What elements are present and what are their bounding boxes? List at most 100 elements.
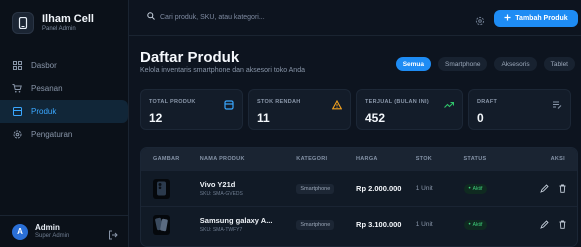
search-icon bbox=[147, 12, 155, 22]
filter-smartphone[interactable]: Smartphone bbox=[438, 57, 488, 71]
brand: Ilham Cell Panel Admin bbox=[0, 0, 128, 36]
stat-label: DRAFT bbox=[477, 99, 498, 105]
product-sku: SKU: SMA-TWFY7 bbox=[199, 227, 243, 233]
phone-logo-icon bbox=[12, 11, 34, 34]
stat-label: STOK RENDAH bbox=[257, 99, 301, 105]
sidebar-item-label: Pesanan bbox=[31, 84, 63, 93]
stock-cell: 1 Unit bbox=[416, 221, 464, 228]
actions-cell bbox=[525, 184, 577, 193]
col-header-harga: HARGA bbox=[356, 156, 378, 162]
stat-value: 12 bbox=[149, 111, 163, 125]
delete-icon[interactable] bbox=[558, 220, 567, 229]
search-input[interactable]: Cari produk, SKU, atau kategori... bbox=[147, 12, 265, 22]
sidebar: Ilham Cell Panel Admin Dasbor Pesanan Pr… bbox=[0, 0, 129, 247]
edit-icon[interactable] bbox=[540, 184, 549, 193]
user-role: Super Admin bbox=[35, 233, 70, 239]
col-header-status: STATUS bbox=[463, 156, 487, 162]
add-product-button[interactable]: Tambah Produk bbox=[494, 10, 578, 27]
product-name-cell: Vivo Y21d SKU: SMA-GVEDS bbox=[200, 180, 297, 197]
stat-card-low-stock: STOK RENDAH 11 bbox=[248, 89, 351, 130]
filter-semua[interactable]: Semua bbox=[395, 57, 432, 71]
category-badge: Smartphone bbox=[296, 183, 335, 194]
product-image-cell bbox=[141, 178, 200, 199]
col-header-kategori: KATEGORI bbox=[296, 156, 328, 162]
status-text: Aktif bbox=[472, 221, 483, 228]
sidebar-item-label: Dasbor bbox=[31, 61, 57, 70]
stock-cell: 1 Unit bbox=[416, 185, 464, 192]
status-badge: • Aktif bbox=[463, 219, 488, 230]
stat-value: 0 bbox=[477, 111, 484, 125]
box-icon bbox=[224, 97, 234, 110]
category-badge: Smartphone bbox=[296, 219, 335, 230]
page-title: Daftar Produk bbox=[140, 49, 240, 66]
actions-cell bbox=[525, 220, 577, 229]
filter-tablet[interactable]: Tablet bbox=[543, 57, 575, 71]
category-cell: Smartphone bbox=[296, 183, 356, 194]
product-image-cell bbox=[141, 214, 200, 235]
stat-label: TERJUAL (BULAN INI) bbox=[365, 99, 429, 105]
stats-row: TOTAL PRODUK 12 STOK RENDAH 11 TERJUAL (… bbox=[140, 89, 571, 130]
sidebar-item-pengaturan[interactable]: Pengaturan bbox=[0, 123, 128, 146]
trend-up-icon bbox=[444, 97, 455, 108]
product-image bbox=[153, 178, 170, 199]
price-cell: Rp 2.000.000 bbox=[356, 184, 416, 193]
logout-icon[interactable] bbox=[108, 227, 118, 239]
product-table: GAMBAR NAMA PRODUK KATEGORI HARGA STOK S… bbox=[140, 147, 578, 247]
warning-icon bbox=[331, 97, 343, 110]
user-name: Admin bbox=[35, 223, 60, 232]
search-placeholder: Cari produk, SKU, atau kategori... bbox=[160, 13, 265, 21]
table-header: GAMBAR NAMA PRODUK KATEGORI HARGA STOK S… bbox=[141, 148, 577, 170]
plus-icon bbox=[504, 14, 511, 23]
settings-gear-icon[interactable] bbox=[475, 13, 485, 26]
sidebar-nav: Dasbor Pesanan Produk Pengaturan bbox=[0, 54, 128, 146]
gear-icon bbox=[12, 130, 22, 140]
edit-note-icon bbox=[552, 97, 562, 109]
product-price: Rp 3.100.000 bbox=[356, 220, 402, 229]
status-cell: • Aktif bbox=[463, 183, 526, 194]
add-product-label: Tambah Produk bbox=[515, 15, 568, 22]
edit-icon[interactable] bbox=[540, 220, 549, 229]
sidebar-item-dasbor[interactable]: Dasbor bbox=[0, 54, 128, 77]
avatar: A bbox=[12, 223, 28, 240]
brand-subtitle: Panel Admin bbox=[42, 25, 76, 32]
filter-aksesoris[interactable]: Aksesoris bbox=[494, 57, 537, 71]
delete-icon[interactable] bbox=[558, 184, 567, 193]
col-header-nama: NAMA PRODUK bbox=[199, 156, 245, 162]
grid-icon bbox=[12, 61, 22, 71]
product-price: Rp 2.000.000 bbox=[356, 184, 402, 193]
product-sku: SKU: SMA-GVEDS bbox=[199, 191, 243, 197]
product-stock: 1 Unit bbox=[415, 221, 433, 228]
product-stock: 1 Unit bbox=[415, 185, 433, 192]
sidebar-item-pesanan[interactable]: Pesanan bbox=[0, 77, 128, 100]
sidebar-item-label: Produk bbox=[31, 107, 57, 116]
stat-card-total: TOTAL PRODUK 12 bbox=[140, 89, 243, 130]
table-row[interactable]: Samsung galaxy A... SKU: SMA-TWFY7 Smart… bbox=[141, 206, 577, 242]
product-name: Samsung galaxy A... bbox=[199, 216, 273, 225]
sidebar-item-label: Pengaturan bbox=[31, 130, 73, 139]
col-header-aksi: AKSI bbox=[550, 156, 565, 162]
category-filters: Semua Smartphone Aksesoris Tablet bbox=[395, 57, 575, 71]
product-image bbox=[153, 214, 170, 235]
stat-card-sold: TERJUAL (BULAN INI) 452 bbox=[356, 89, 463, 130]
topbar: Cari produk, SKU, atau kategori... Tamba… bbox=[129, 0, 581, 36]
status-text: Aktif bbox=[472, 185, 483, 192]
product-name-cell: Samsung galaxy A... SKU: SMA-TWFY7 bbox=[200, 216, 297, 233]
status-cell: • Aktif bbox=[463, 219, 526, 230]
cart-icon bbox=[12, 84, 22, 94]
brand-title: Ilham Cell bbox=[42, 12, 94, 25]
page-subtitle: Kelola inventaris smartphone dan aksesor… bbox=[140, 67, 305, 74]
category-cell: Smartphone bbox=[296, 219, 356, 230]
user-profile: A Admin Super Admin bbox=[0, 215, 128, 247]
stat-label: TOTAL PRODUK bbox=[149, 99, 196, 105]
table-row[interactable]: Vivo Y21d SKU: SMA-GVEDS Smartphone Rp 2… bbox=[141, 170, 577, 206]
main-content: Daftar Produk Kelola inventaris smartpho… bbox=[129, 37, 581, 247]
col-header-stok: STOK bbox=[415, 156, 433, 162]
product-name: Vivo Y21d bbox=[199, 180, 236, 189]
stat-card-draft: DRAFT 0 bbox=[468, 89, 571, 130]
stat-value: 11 bbox=[257, 111, 270, 125]
sidebar-item-produk[interactable]: Produk bbox=[0, 100, 128, 123]
status-badge: • Aktif bbox=[463, 183, 488, 194]
stat-value: 452 bbox=[365, 111, 386, 125]
price-cell: Rp 3.100.000 bbox=[356, 220, 416, 229]
col-header-gambar: GAMBAR bbox=[153, 156, 180, 162]
